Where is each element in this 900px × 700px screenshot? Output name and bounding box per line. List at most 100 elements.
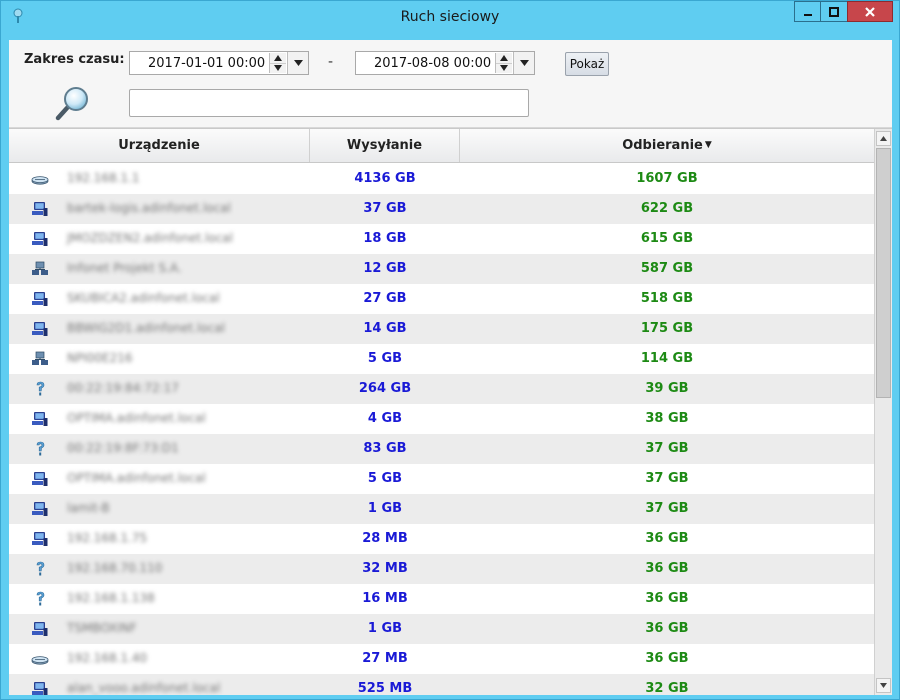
computer-icon — [31, 681, 49, 695]
unknown-icon — [31, 381, 49, 397]
sent-amount: 32 MB — [362, 561, 408, 576]
column-header-send-label: Wysyłanie — [346, 138, 423, 153]
received-amount: 32 GB — [645, 681, 689, 695]
search-input[interactable] — [129, 89, 529, 117]
received-amount: 615 GB — [640, 231, 694, 246]
received-amount: 36 GB — [645, 531, 689, 546]
received-amount: 518 GB — [640, 291, 694, 306]
table-row[interactable]: TSMBOXINF 1 GB 36 GB — [9, 614, 874, 644]
table-row[interactable]: 192.168.1.138 16 MB 36 GB — [9, 584, 874, 614]
scrollbar-thumb[interactable] — [876, 148, 891, 398]
minimize-icon — [804, 13, 812, 16]
date-from-value[interactable]: 2017-01-01 00:00 — [148, 56, 265, 71]
date-to-value[interactable]: 2017-08-08 00:00 — [374, 56, 491, 71]
date-to-picker[interactable]: 2017-08-08 00:00 — [355, 51, 535, 75]
sent-amount: 28 MB — [362, 531, 408, 546]
table-row[interactable]: Infonet Projekt S.A. 12 GB 587 GB — [9, 254, 874, 284]
table-header: Urządzenie Wysyłanie Odbieranie ▼ — [9, 129, 874, 163]
computer-icon — [31, 321, 49, 337]
table-row[interactable]: OPTIMA.adinfonet.local 5 GB 37 GB — [9, 464, 874, 494]
table-row[interactable]: 00:22:19:84:72:17 264 GB 39 GB — [9, 374, 874, 404]
app-window: Ruch sieciowy Zakres czasu: 2017-01-01 0… — [0, 0, 900, 700]
sent-amount: 4136 GB — [354, 171, 416, 186]
router-icon — [31, 651, 49, 667]
scroll-down-button[interactable] — [876, 678, 891, 693]
table-row[interactable]: OPTIMA.adinfonet.local 4 GB 38 GB — [9, 404, 874, 434]
table-row[interactable]: SKUBICA2.adinfonet.local 27 GB 518 GB — [9, 284, 874, 314]
device-name: lamit-B — [67, 501, 110, 515]
computer-icon — [31, 231, 49, 247]
table-row[interactable]: NPI00E216 5 GB 114 GB — [9, 344, 874, 374]
column-header-receive-label: Odbieranie — [622, 138, 703, 153]
table-row[interactable]: 192.168.1.75 28 MB 36 GB — [9, 524, 874, 554]
column-header-receive[interactable]: Odbieranie ▼ — [460, 129, 874, 162]
column-header-device[interactable]: Urządzenie — [9, 129, 310, 162]
chevron-down-icon — [500, 65, 508, 72]
received-amount: 37 GB — [645, 501, 689, 516]
received-amount: 36 GB — [645, 621, 689, 636]
chevron-up-icon — [500, 54, 508, 61]
column-header-send[interactable]: Wysyłanie — [310, 129, 460, 162]
spin-up-button[interactable] — [496, 53, 512, 64]
network-icon — [31, 351, 49, 367]
sent-amount: 264 GB — [358, 381, 412, 396]
computer-icon — [31, 501, 49, 517]
device-name: Infonet Projekt S.A. — [67, 261, 182, 275]
device-name: alan_vooo.adinfonet.local — [67, 681, 221, 695]
table-row[interactable]: bartek-logis.adinfonet.local 37 GB 622 GB — [9, 194, 874, 224]
table-row[interactable]: 192.168.1.40 27 MB 36 GB — [9, 644, 874, 674]
received-amount: 36 GB — [645, 591, 689, 606]
table-row[interactable]: JMOZDZEN2.adinfonet.local 18 GB 615 GB — [9, 224, 874, 254]
vertical-scrollbar[interactable] — [874, 129, 892, 695]
date-from-picker[interactable]: 2017-01-01 00:00 — [129, 51, 309, 75]
device-name: 00:22:19:8F:73:D1 — [67, 441, 179, 455]
date-to-spinner[interactable] — [495, 53, 512, 73]
sent-amount: 1 GB — [367, 501, 403, 516]
unknown-icon — [31, 561, 49, 577]
received-amount: 587 GB — [640, 261, 694, 276]
table-row[interactable]: 00:22:19:8F:73:D1 83 GB 37 GB — [9, 434, 874, 464]
scroll-up-button[interactable] — [876, 131, 891, 146]
table-row[interactable]: BBWIG2D1.adinfonet.local 14 GB 175 GB — [9, 314, 874, 344]
device-name: bartek-logis.adinfonet.local — [67, 201, 231, 215]
spin-up-button[interactable] — [270, 53, 286, 64]
spin-down-button[interactable] — [270, 63, 286, 73]
sent-amount: 18 GB — [363, 231, 407, 246]
magnifier-icon — [55, 87, 88, 121]
device-name: 192.168.1.40 — [67, 651, 148, 665]
minimize-button[interactable] — [794, 1, 821, 22]
device-name: 00:22:19:84:72:17 — [67, 381, 179, 395]
spin-down-button[interactable] — [496, 63, 512, 73]
chevron-down-icon — [274, 65, 282, 72]
sent-amount: 16 MB — [362, 591, 408, 606]
table-row[interactable]: 192.168.70.110 32 MB 36 GB — [9, 554, 874, 584]
computer-icon — [31, 531, 49, 547]
range-separator: - — [328, 54, 334, 70]
date-from-spinner[interactable] — [269, 53, 286, 73]
device-name: OPTIMA.adinfonet.local — [67, 411, 206, 425]
computer-icon — [31, 471, 49, 487]
scroll-up-icon — [880, 136, 887, 141]
dropdown-arrow-icon — [519, 60, 529, 66]
date-from-dropdown-button[interactable] — [287, 52, 308, 74]
table-row[interactable]: 192.168.1.1 4136 GB 1607 GB — [9, 164, 874, 194]
table-row[interactable]: lamit-B 1 GB 37 GB — [9, 494, 874, 524]
chevron-up-icon — [274, 54, 282, 61]
table-row[interactable]: alan_vooo.adinfonet.local 525 MB 32 GB — [9, 674, 874, 695]
computer-icon — [31, 621, 49, 637]
unknown-icon — [31, 441, 49, 457]
date-to-dropdown-button[interactable] — [513, 52, 534, 74]
received-amount: 36 GB — [645, 651, 689, 666]
show-button[interactable]: Pokaż — [565, 52, 609, 76]
received-amount: 36 GB — [645, 561, 689, 576]
title-bar[interactable]: Ruch sieciowy — [1, 1, 899, 33]
device-name: 192.168.1.75 — [67, 531, 148, 545]
unknown-icon — [31, 591, 49, 607]
maximize-button[interactable] — [820, 1, 847, 22]
table-body: 192.168.1.1 4136 GB 1607 GB bartek-logis.ad… — [9, 164, 874, 695]
window-title: Ruch sieciowy — [400, 9, 500, 25]
received-amount: 622 GB — [640, 201, 694, 216]
dropdown-arrow-icon — [293, 60, 303, 66]
close-button[interactable] — [847, 1, 893, 22]
sent-amount: 12 GB — [363, 261, 407, 276]
